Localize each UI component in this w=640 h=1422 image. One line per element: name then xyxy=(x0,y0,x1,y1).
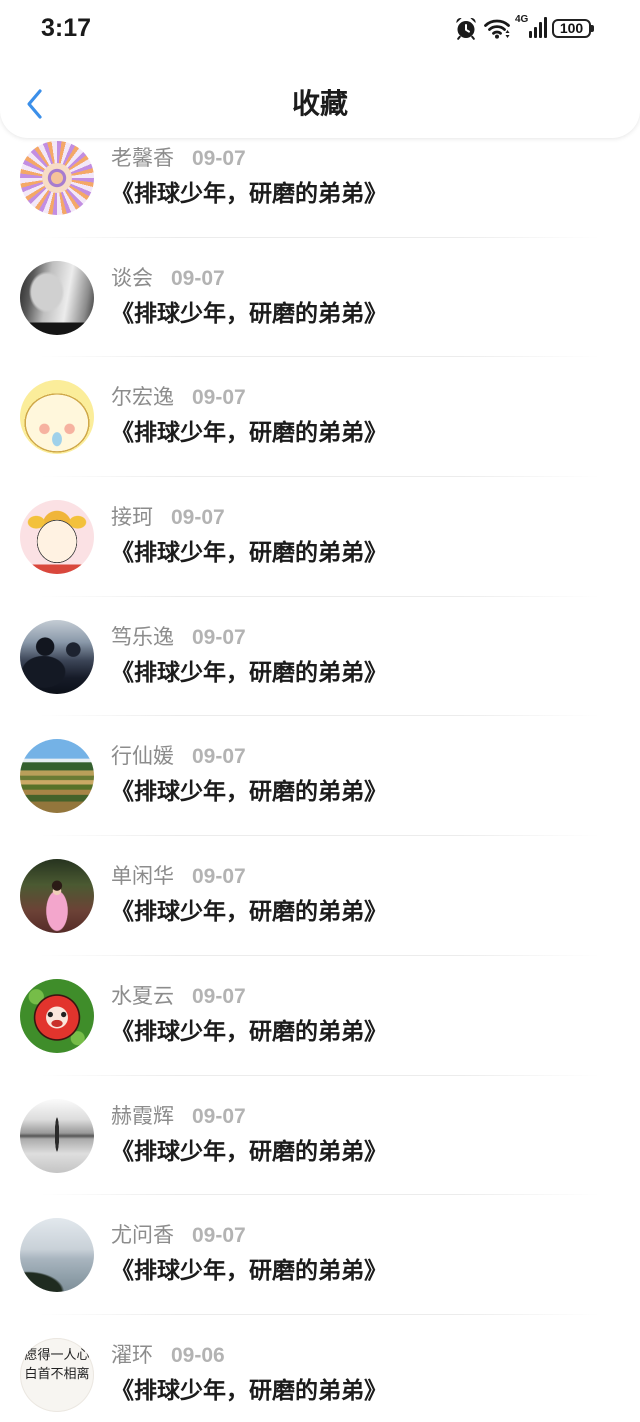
item-date: 09-06 xyxy=(171,1343,225,1367)
nav-bar: 收藏 xyxy=(0,56,640,138)
avatar[interactable] xyxy=(20,1098,94,1173)
back-button[interactable] xyxy=(14,80,54,128)
item-meta: 谈会 09-07 xyxy=(111,265,225,293)
item-title: 《排球少年，研磨的弟弟》 xyxy=(111,1258,387,1285)
user-name: 谈会 xyxy=(111,265,153,290)
item-meta: 尤问香 09-07 xyxy=(111,1222,246,1250)
favorite-item[interactable]: 尤问香 09-07 《排球少年，研磨的弟弟》 xyxy=(0,1195,640,1315)
avatar[interactable] xyxy=(20,619,94,694)
user-name: 老馨香 xyxy=(111,146,174,170)
user-name: 行仙媛 xyxy=(111,744,174,769)
wifi-icon xyxy=(484,19,510,39)
item-meta: 尔宏逸 09-07 xyxy=(111,384,246,412)
item-date: 09-07 xyxy=(192,1224,246,1248)
item-title: 《排球少年，研磨的弟弟》 xyxy=(111,1377,387,1404)
item-title: 《排球少年，研磨的弟弟》 xyxy=(111,1018,387,1045)
battery-icon: 100 xyxy=(552,19,591,38)
avatar[interactable] xyxy=(20,141,94,215)
user-name: 濯环 xyxy=(111,1342,153,1367)
item-date: 09-07 xyxy=(192,984,246,1008)
signal-icon xyxy=(529,17,547,38)
avatar[interactable] xyxy=(20,380,94,455)
user-name: 笃乐逸 xyxy=(111,624,174,649)
network-type-label: 4G xyxy=(515,14,529,25)
item-title: 《排球少年，研磨的弟弟》 xyxy=(111,899,387,926)
favorite-item[interactable]: 接珂 09-07 《排球少年，研磨的弟弟》 xyxy=(0,477,640,597)
user-name: 接珂 xyxy=(111,505,153,530)
item-meta: 行仙媛 09-07 xyxy=(111,743,246,771)
user-name: 赫霞辉 xyxy=(111,1103,174,1128)
status-time: 3:17 xyxy=(41,14,92,42)
item-meta: 老馨香 09-07 xyxy=(111,145,246,173)
item-date: 09-07 xyxy=(192,745,246,769)
favorite-item[interactable]: 笃乐逸 09-07 《排球少年，研磨的弟弟》 xyxy=(0,597,640,717)
item-date: 09-07 xyxy=(192,1104,246,1128)
favorites-list[interactable]: 老馨香 09-07 《排球少年，研磨的弟弟》 谈会 09-07 《排球少年，研磨的弟… xyxy=(0,118,640,1422)
item-title: 《排球少年，研磨的弟弟》 xyxy=(111,1138,387,1165)
item-title: 《排球少年，研磨的弟弟》 xyxy=(111,540,387,567)
item-meta: 接珂 09-07 xyxy=(111,504,225,532)
avatar[interactable] xyxy=(20,1218,94,1293)
chevron-left-icon xyxy=(27,89,42,119)
favorite-item[interactable]: 赫霞辉 09-07 《排球少年，研磨的弟弟》 xyxy=(0,1076,640,1196)
favorite-item[interactable]: 谈会 09-07 《排球少年，研磨的弟弟》 xyxy=(0,238,640,358)
item-date: 09-07 xyxy=(192,147,246,170)
item-date: 09-07 xyxy=(192,386,246,410)
favorite-item[interactable]: 愿得一人心 白首不相离 濯环 09-06 《排球少年，研磨的弟弟》 xyxy=(0,1315,640,1422)
item-meta: 笃乐逸 09-07 xyxy=(111,624,246,652)
page-title: 收藏 xyxy=(291,87,348,120)
item-date: 09-07 xyxy=(192,625,246,649)
avatar-text-line: 白首不相离 xyxy=(24,1366,90,1382)
item-meta: 水夏云 09-07 xyxy=(111,983,246,1011)
alarm-icon xyxy=(456,17,476,40)
avatar[interactable] xyxy=(20,978,94,1053)
favorite-item[interactable]: 尔宏逸 09-07 《排球少年，研磨的弟弟》 xyxy=(0,357,640,478)
item-title: 《排球少年，研磨的弟弟》 xyxy=(111,659,387,686)
item-title: 《排球少年，研磨的弟弟》 xyxy=(111,779,387,806)
favorite-item[interactable]: 水夏云 09-07 《排球少年，研磨的弟弟》 xyxy=(0,956,640,1076)
avatar[interactable] xyxy=(20,500,94,575)
avatar[interactable] xyxy=(20,859,94,934)
item-title: 《排球少年，研磨的弟弟》 xyxy=(111,181,387,207)
battery-nub xyxy=(591,25,594,32)
avatar[interactable] xyxy=(20,260,94,335)
user-name: 水夏云 xyxy=(111,983,174,1008)
favorite-item[interactable]: 行仙媛 09-07 《排球少年，研磨的弟弟》 xyxy=(0,716,640,837)
user-name: 单闲华 xyxy=(111,864,174,889)
item-date: 09-07 xyxy=(171,506,225,530)
item-title: 《排球少年，研磨的弟弟》 xyxy=(111,300,387,327)
item-title: 《排球少年，研磨的弟弟》 xyxy=(111,420,387,447)
favorite-item[interactable]: 单闲华 09-07 《排球少年，研磨的弟弟》 xyxy=(0,836,640,956)
battery-level: 100 xyxy=(559,20,584,36)
item-date: 09-07 xyxy=(192,865,246,889)
header-card: 3:17 4G 100 收藏 xyxy=(0,0,640,138)
status-bar: 3:17 4G 100 xyxy=(0,0,640,56)
avatar-text-line: 愿得一人心 xyxy=(24,1347,90,1363)
user-name: 尤问香 xyxy=(111,1223,174,1248)
avatar[interactable] xyxy=(20,739,94,814)
item-meta: 单闲华 09-07 xyxy=(111,863,246,891)
item-meta: 赫霞辉 09-07 xyxy=(111,1103,246,1131)
item-meta: 濯环 09-06 xyxy=(111,1342,225,1370)
item-date: 09-07 xyxy=(171,266,225,290)
avatar[interactable]: 愿得一人心 白首不相离 xyxy=(20,1337,94,1412)
user-name: 尔宏逸 xyxy=(111,385,174,410)
